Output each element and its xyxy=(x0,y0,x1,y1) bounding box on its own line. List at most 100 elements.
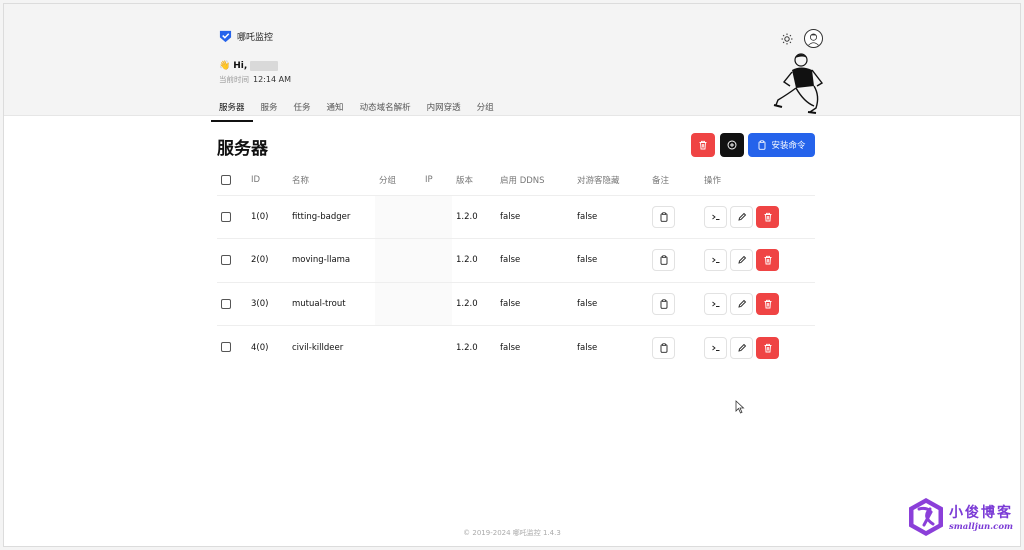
terminal-icon xyxy=(711,345,719,351)
note-button[interactable] xyxy=(652,205,675,228)
table-row: 4(0) civil-killdeer 1.2.0 false false xyxy=(217,326,815,370)
app-title: 哪吒监控 xyxy=(237,33,274,43)
plus-circle-icon xyxy=(727,140,737,150)
cell-group-redacted xyxy=(375,282,421,326)
cell-hidden: false xyxy=(573,238,648,283)
col-group: 分组 xyxy=(375,166,421,196)
pencil-icon xyxy=(737,299,746,308)
note-button[interactable] xyxy=(652,292,675,315)
install-command-label: 安装命令 xyxy=(771,141,806,151)
cell-name: mutual-trout xyxy=(288,282,375,326)
tab-services[interactable]: 服务 xyxy=(253,98,286,122)
row-checkbox[interactable] xyxy=(221,255,231,265)
terminal-icon xyxy=(711,257,719,264)
person-illustration xyxy=(773,53,824,114)
terminal-icon xyxy=(711,301,719,307)
cell-ip-redacted xyxy=(421,195,452,239)
app-window: 哪吒监控 👋 Hi, 当前时间 12:14 AM 服务器 服务 任务 通知 动态域… xyxy=(3,3,1021,547)
terminal-button[interactable] xyxy=(704,205,727,228)
cell-hidden: false xyxy=(577,342,598,353)
row-checkbox[interactable] xyxy=(221,342,231,353)
delete-button[interactable] xyxy=(756,336,779,359)
time-value: 12:14 AM xyxy=(253,75,291,84)
cell-hidden: false xyxy=(573,195,648,239)
edit-button[interactable] xyxy=(730,336,753,359)
cursor-icon xyxy=(735,400,745,414)
tab-groups[interactable]: 分组 xyxy=(469,98,502,122)
cell-id: 1(0) xyxy=(247,195,288,239)
watermark: 小俊博客 smalljun.com xyxy=(907,497,1013,537)
trash-icon xyxy=(764,343,771,352)
table-row: 3(0) mutual-trout 1.2.0 false false xyxy=(217,282,815,326)
cell-name: civil-killdeer xyxy=(292,342,344,353)
cell-name: moving-llama xyxy=(288,238,375,283)
page-title: 服务器 xyxy=(217,139,268,159)
cell-ip-redacted xyxy=(421,238,452,283)
terminal-button[interactable] xyxy=(704,249,727,272)
trash-icon xyxy=(699,140,707,150)
edit-button[interactable] xyxy=(730,292,753,315)
clipboard-icon xyxy=(660,212,667,222)
row-checkbox[interactable] xyxy=(221,298,231,309)
col-version: 版本 xyxy=(452,166,496,196)
nav-tabs: 服务器 服务 任务 通知 动态域名解析 内网穿透 分组 xyxy=(211,98,502,122)
cell-ddns: false xyxy=(496,195,573,239)
cell-id: 3(0) xyxy=(247,282,288,326)
col-id: ID xyxy=(247,166,288,196)
tab-notifications[interactable]: 通知 xyxy=(319,98,352,122)
cell-group xyxy=(375,326,421,370)
tab-servers[interactable]: 服务器 xyxy=(211,98,253,122)
cell-version: 1.2.0 xyxy=(452,195,496,239)
footer: © 2019-2024 哪吒监控 1.4.3 xyxy=(463,529,561,537)
clipboard-icon xyxy=(660,342,667,353)
cell-group-redacted xyxy=(375,195,421,239)
pencil-icon xyxy=(737,343,746,352)
table-row: 2(0) moving-llama 1.2.0 false false xyxy=(217,238,815,283)
cell-id: 2(0) xyxy=(247,238,288,283)
header xyxy=(4,4,1020,116)
col-ddns: 启用 DDNS xyxy=(496,166,573,196)
pencil-icon xyxy=(737,256,746,264)
terminal-button[interactable] xyxy=(704,292,727,315)
watermark-url: smalljun.com xyxy=(949,522,1013,532)
pencil-icon xyxy=(737,212,746,221)
server-table: ID 名称 分组 IP 版本 启用 DDNS 对游客隐藏 备注 操作 1(0) … xyxy=(217,166,815,369)
cell-id: 4(0) xyxy=(251,342,269,353)
tab-nat[interactable]: 内网穿透 xyxy=(419,98,469,122)
cell-version: 1.2.0 xyxy=(452,238,496,283)
cell-ddns: false xyxy=(496,238,573,283)
watermark-logo-icon xyxy=(909,498,943,536)
edit-button[interactable] xyxy=(730,249,753,272)
add-server-button[interactable] xyxy=(720,133,744,157)
table-row: 1(0) fitting-badger 1.2.0 false false xyxy=(217,195,815,239)
sun-icon[interactable] xyxy=(781,33,793,45)
avatar[interactable] xyxy=(804,29,823,48)
delete-button[interactable] xyxy=(756,292,779,315)
cell-version: 1.2.0 xyxy=(456,342,478,353)
cell-name: fitting-badger xyxy=(288,195,375,239)
note-button[interactable] xyxy=(652,336,675,359)
cell-group-redacted xyxy=(375,238,421,283)
terminal-button[interactable] xyxy=(704,336,727,359)
edit-button[interactable] xyxy=(730,205,753,228)
delete-button[interactable] xyxy=(756,205,779,228)
watermark-title: 小俊博客 xyxy=(949,505,1013,521)
shield-logo-icon xyxy=(219,30,232,43)
install-command-button[interactable]: 安装命令 xyxy=(748,133,815,157)
tab-tasks[interactable]: 任务 xyxy=(286,98,319,122)
row-checkbox[interactable] xyxy=(221,211,231,222)
brand[interactable]: 哪吒监控 xyxy=(219,30,273,43)
bulk-delete-button[interactable] xyxy=(691,133,715,157)
tab-ddns[interactable]: 动态域名解析 xyxy=(352,98,419,122)
col-hidden: 对游客隐藏 xyxy=(573,166,648,196)
clipboard-icon xyxy=(759,140,766,150)
wave-icon: 👋 xyxy=(219,61,231,71)
cell-ip-redacted xyxy=(421,282,452,326)
note-button[interactable] xyxy=(652,249,675,272)
col-note: 备注 xyxy=(648,166,700,196)
delete-button[interactable] xyxy=(756,249,779,272)
time-label: 当前时间 xyxy=(219,75,249,84)
select-all-checkbox[interactable] xyxy=(221,175,231,185)
username-redacted xyxy=(250,61,279,71)
trash-icon xyxy=(764,256,771,265)
